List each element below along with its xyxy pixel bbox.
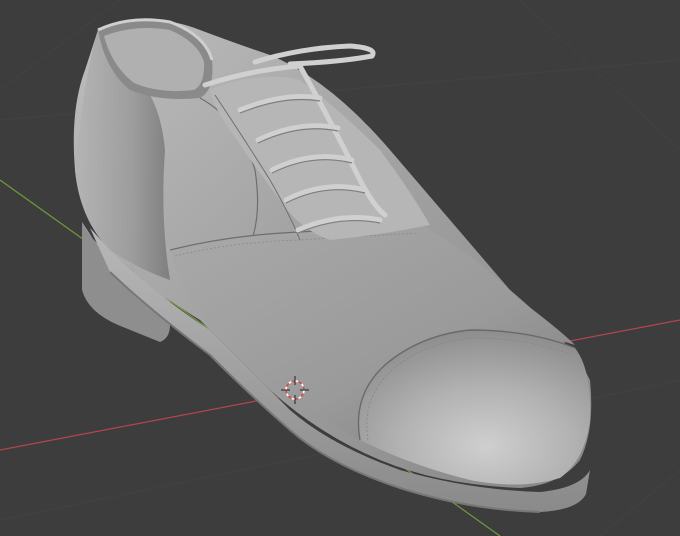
shoe-model[interactable]	[73, 18, 592, 513]
3d-viewport[interactable]	[0, 0, 680, 536]
viewport-canvas[interactable]	[0, 0, 680, 536]
